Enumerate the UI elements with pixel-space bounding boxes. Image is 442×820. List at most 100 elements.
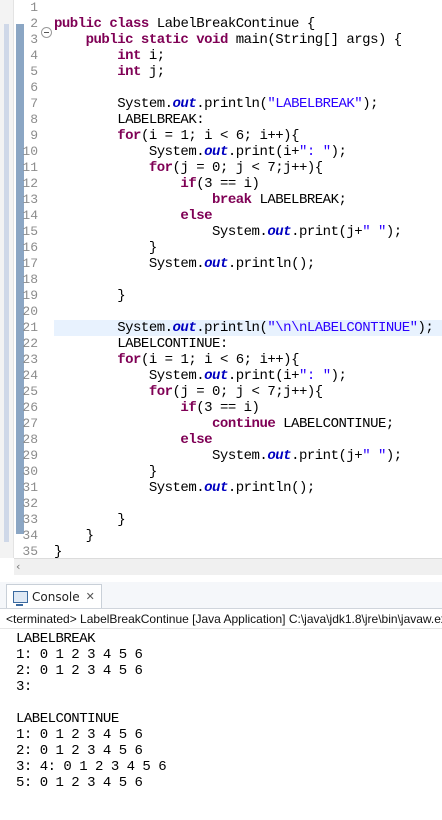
code-line[interactable]: LABELBREAK: [54,112,204,128]
code-token: .print(i+ [227,144,300,160]
code-line[interactable]: LABELCONTINUE: [54,336,228,352]
line-number: 17 [22,256,38,271]
code-token: ); [330,144,347,160]
code-line[interactable]: System.out.println("LABELBREAK"); [54,96,378,112]
code-token: " " [362,448,386,464]
code-token: if [180,176,197,192]
code-line[interactable]: System.out.println(); [54,480,315,496]
tab-console[interactable]: Console ✕ [6,584,102,608]
code-token: "LABELBREAK" [267,96,363,112]
code-token: out [204,368,228,384]
code-line[interactable]: int i; [54,48,165,64]
line-number: 11 [22,160,38,175]
code-line[interactable]: else [54,432,212,448]
code-token: "\n\nLABELCONTINUE" [267,320,418,336]
code-token: LABELCONTINUE; [283,416,394,432]
code-token: .println(); [227,256,315,272]
code-token: j; [148,64,165,80]
code-line[interactable]: for(j = 0; j < 7;j++){ [54,384,323,400]
close-icon[interactable]: ✕ [86,590,95,603]
code-token: ); [385,448,402,464]
code-token: ); [385,224,402,240]
code-token: (i = 1; i < 6; i++){ [140,352,300,368]
code-token: main(String[] args) { [235,32,402,48]
line-number: 26 [22,400,38,415]
line-number: 25 [22,384,38,399]
console-line: 2: 0 1 2 3 4 5 6 [16,743,143,759]
code-token: .print(i+ [227,368,300,384]
code-line[interactable]: public static void main(String[] args) { [54,32,403,48]
code-line[interactable]: System.out.println(); [54,256,315,272]
console-line: 1: 0 1 2 3 4 5 6 [16,647,143,663]
code-token: System. [54,320,173,336]
code-token: else [180,432,213,448]
code-line[interactable]: System.out.println("\n\nLABELCONTINUE"); [54,320,434,336]
code-token: out [204,256,228,272]
code-line[interactable]: System.out.print(j+" "); [54,448,402,464]
code-line[interactable]: if(3 == i) [54,176,260,192]
code-line[interactable]: } [54,464,157,480]
line-number: 27 [22,416,38,431]
line-number: 20 [22,304,38,319]
horizontal-scrollbar[interactable]: ‹ [14,558,442,575]
code-editor[interactable]: 1 2 3 4 5 6 7 8 9 10 11 12 13 14 15 16 17 18 19 20 21 22 23 24 2… [0,0,442,558]
code-token: (3 == i) [196,176,260,192]
code-token: System. [54,368,205,384]
code-line[interactable]: break LABELBREAK; [54,192,347,208]
code-token: .print(j+ [291,448,363,464]
line-number: 31 [22,480,38,495]
console-line: 1: 0 1 2 3 4 5 6 [16,727,143,743]
line-number: 23 [22,352,38,367]
code-token: .println(); [227,480,315,496]
code-line[interactable]: else [54,208,212,224]
code-line[interactable]: } [54,512,125,528]
line-number: 3 [30,32,38,47]
code-line[interactable]: int j; [54,64,165,80]
code-line[interactable]: for(j = 0; j < 7;j++){ [54,160,323,176]
fold-icon[interactable] [41,27,52,38]
code-token: out [204,144,228,160]
line-number: 5 [30,64,38,79]
code-token: out [267,448,292,464]
code-token: if [180,400,197,416]
code-token: } [54,240,157,256]
line-number: 10 [22,144,38,159]
code-line[interactable]: } [54,544,62,558]
code-token: LABELBREAK; [259,192,347,208]
code-token: out [172,320,197,336]
console-line: 2: 0 1 2 3 4 5 6 [16,663,143,679]
code-line[interactable]: public class LabelBreakContinue { [54,16,315,32]
code-line[interactable]: for(i = 1; i < 6; i++){ [54,352,299,368]
code-line[interactable]: System.out.print(i+": "); [54,144,347,160]
line-number: 22 [22,336,38,351]
code-token: ": " [298,368,331,384]
code-token: i; [148,48,165,64]
line-number: 2 [30,16,38,31]
code-line[interactable]: } [54,288,125,304]
code-token: LABELBREAK: [54,112,205,128]
line-number: 15 [22,224,38,239]
code-line[interactable]: for(i = 1; i < 6; i++){ [54,128,299,144]
code-line[interactable]: System.out.print(j+" "); [54,224,402,240]
code-token: } [54,544,62,558]
code-line[interactable]: } [54,240,157,256]
code-line[interactable]: System.out.print(i+": "); [54,368,347,384]
scroll-left-icon[interactable]: ‹ [16,560,20,573]
code-line[interactable]: } [54,528,94,544]
code-token: out [204,480,228,496]
line-number: 28 [22,432,38,447]
code-line[interactable]: if(3 == i) [54,400,260,416]
code-token: .print(j+ [291,224,363,240]
code-token: System. [54,480,205,496]
code-token: ); [417,320,434,336]
code-token: static [140,32,197,48]
line-number: 35 [22,544,38,558]
code-line[interactable]: continue LABELCONTINUE; [54,416,394,432]
